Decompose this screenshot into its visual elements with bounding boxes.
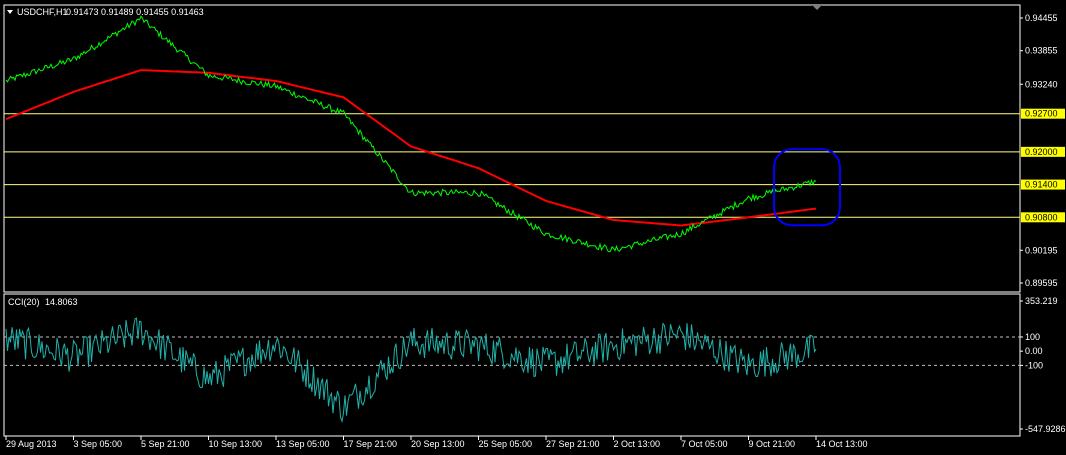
- time-tick-label: 10 Sep 13:00: [209, 439, 263, 449]
- time-tick-label: 25 Sep 05:00: [479, 439, 533, 449]
- cci-axis: 353.219 100 0.00 -100 -547.9286: [1020, 296, 1066, 434]
- time-tick-label: 17 Sep 21:00: [344, 439, 398, 449]
- time-tick-label: 13 Sep 05:00: [276, 439, 330, 449]
- cci-line-group: [5, 317, 817, 424]
- cci-tick-label: 0.00: [1025, 346, 1043, 356]
- time-tick-label: 29 Aug 2013: [6, 439, 57, 449]
- price-tick-label: 0.93240: [1025, 79, 1058, 89]
- level-label: 0.91400: [1025, 180, 1058, 190]
- time-tick-label: 9 Oct 21:00: [749, 439, 796, 449]
- time-tick-label: 14 Oct 13:00: [816, 439, 868, 449]
- main-pane-frame: [3, 4, 1021, 293]
- price-tick-label: 0.90195: [1025, 245, 1058, 255]
- symbol-title: USDCHF,H1: [17, 7, 68, 17]
- cci-tick-label: -100: [1025, 360, 1043, 370]
- cci-tick-label: 100: [1025, 332, 1040, 342]
- time-tick-label: 2 Oct 13:00: [614, 439, 661, 449]
- cci-tick-label: 353.219: [1025, 296, 1058, 306]
- chart-canvas[interactable]: USDCHF,H1 0.91473 0.91489 0.91455 0.9146…: [0, 0, 1066, 455]
- moving-average-line: [5, 69, 817, 227]
- chart-window[interactable]: USDCHF,H1 0.91473 0.91489 0.91455 0.9146…: [0, 0, 1066, 455]
- level-label: 0.92700: [1025, 109, 1058, 119]
- time-tick-label: 3 Sep 05:00: [74, 439, 123, 449]
- cci-tick-label: -547.9286: [1025, 424, 1066, 434]
- price-tick-label: 0.89595: [1025, 278, 1058, 288]
- cci-levels: [4, 336, 1020, 366]
- time-axis: 29 Aug 2013 3 Sep 05:00 5 Sep 21:00 10 Sep …: [5, 436, 868, 449]
- price-tick-label: 0.94455: [1025, 13, 1058, 23]
- ohlc-values: 0.91473 0.91489 0.91455 0.91463: [66, 7, 204, 17]
- time-tick-label: 27 Sep 21:00: [546, 439, 600, 449]
- highlight-annotation: [773, 148, 841, 227]
- moving-average: [5, 69, 817, 227]
- shift-marker-icon[interactable]: [812, 5, 822, 10]
- price-line-group: [5, 15, 817, 253]
- cci-line: [5, 317, 817, 424]
- dropdown-triangle-icon[interactable]: [7, 10, 13, 14]
- highlight-circle: [773, 148, 841, 227]
- horizontal-levels: 0.92700 0.92000 0.91400 0.90800: [4, 108, 1065, 223]
- price-tick-label: 0.93855: [1025, 46, 1058, 56]
- cci-value: 14.8063: [45, 297, 78, 307]
- price-line: [5, 15, 817, 253]
- level-label: 0.92000: [1025, 147, 1058, 157]
- level-label: 0.90800: [1025, 212, 1058, 222]
- time-tick-label: 5 Sep 21:00: [141, 439, 190, 449]
- cci-name: CCI(20): [8, 297, 40, 307]
- time-tick-label: 20 Sep 13:00: [411, 439, 465, 449]
- time-tick-label: 7 Oct 05:00: [681, 439, 728, 449]
